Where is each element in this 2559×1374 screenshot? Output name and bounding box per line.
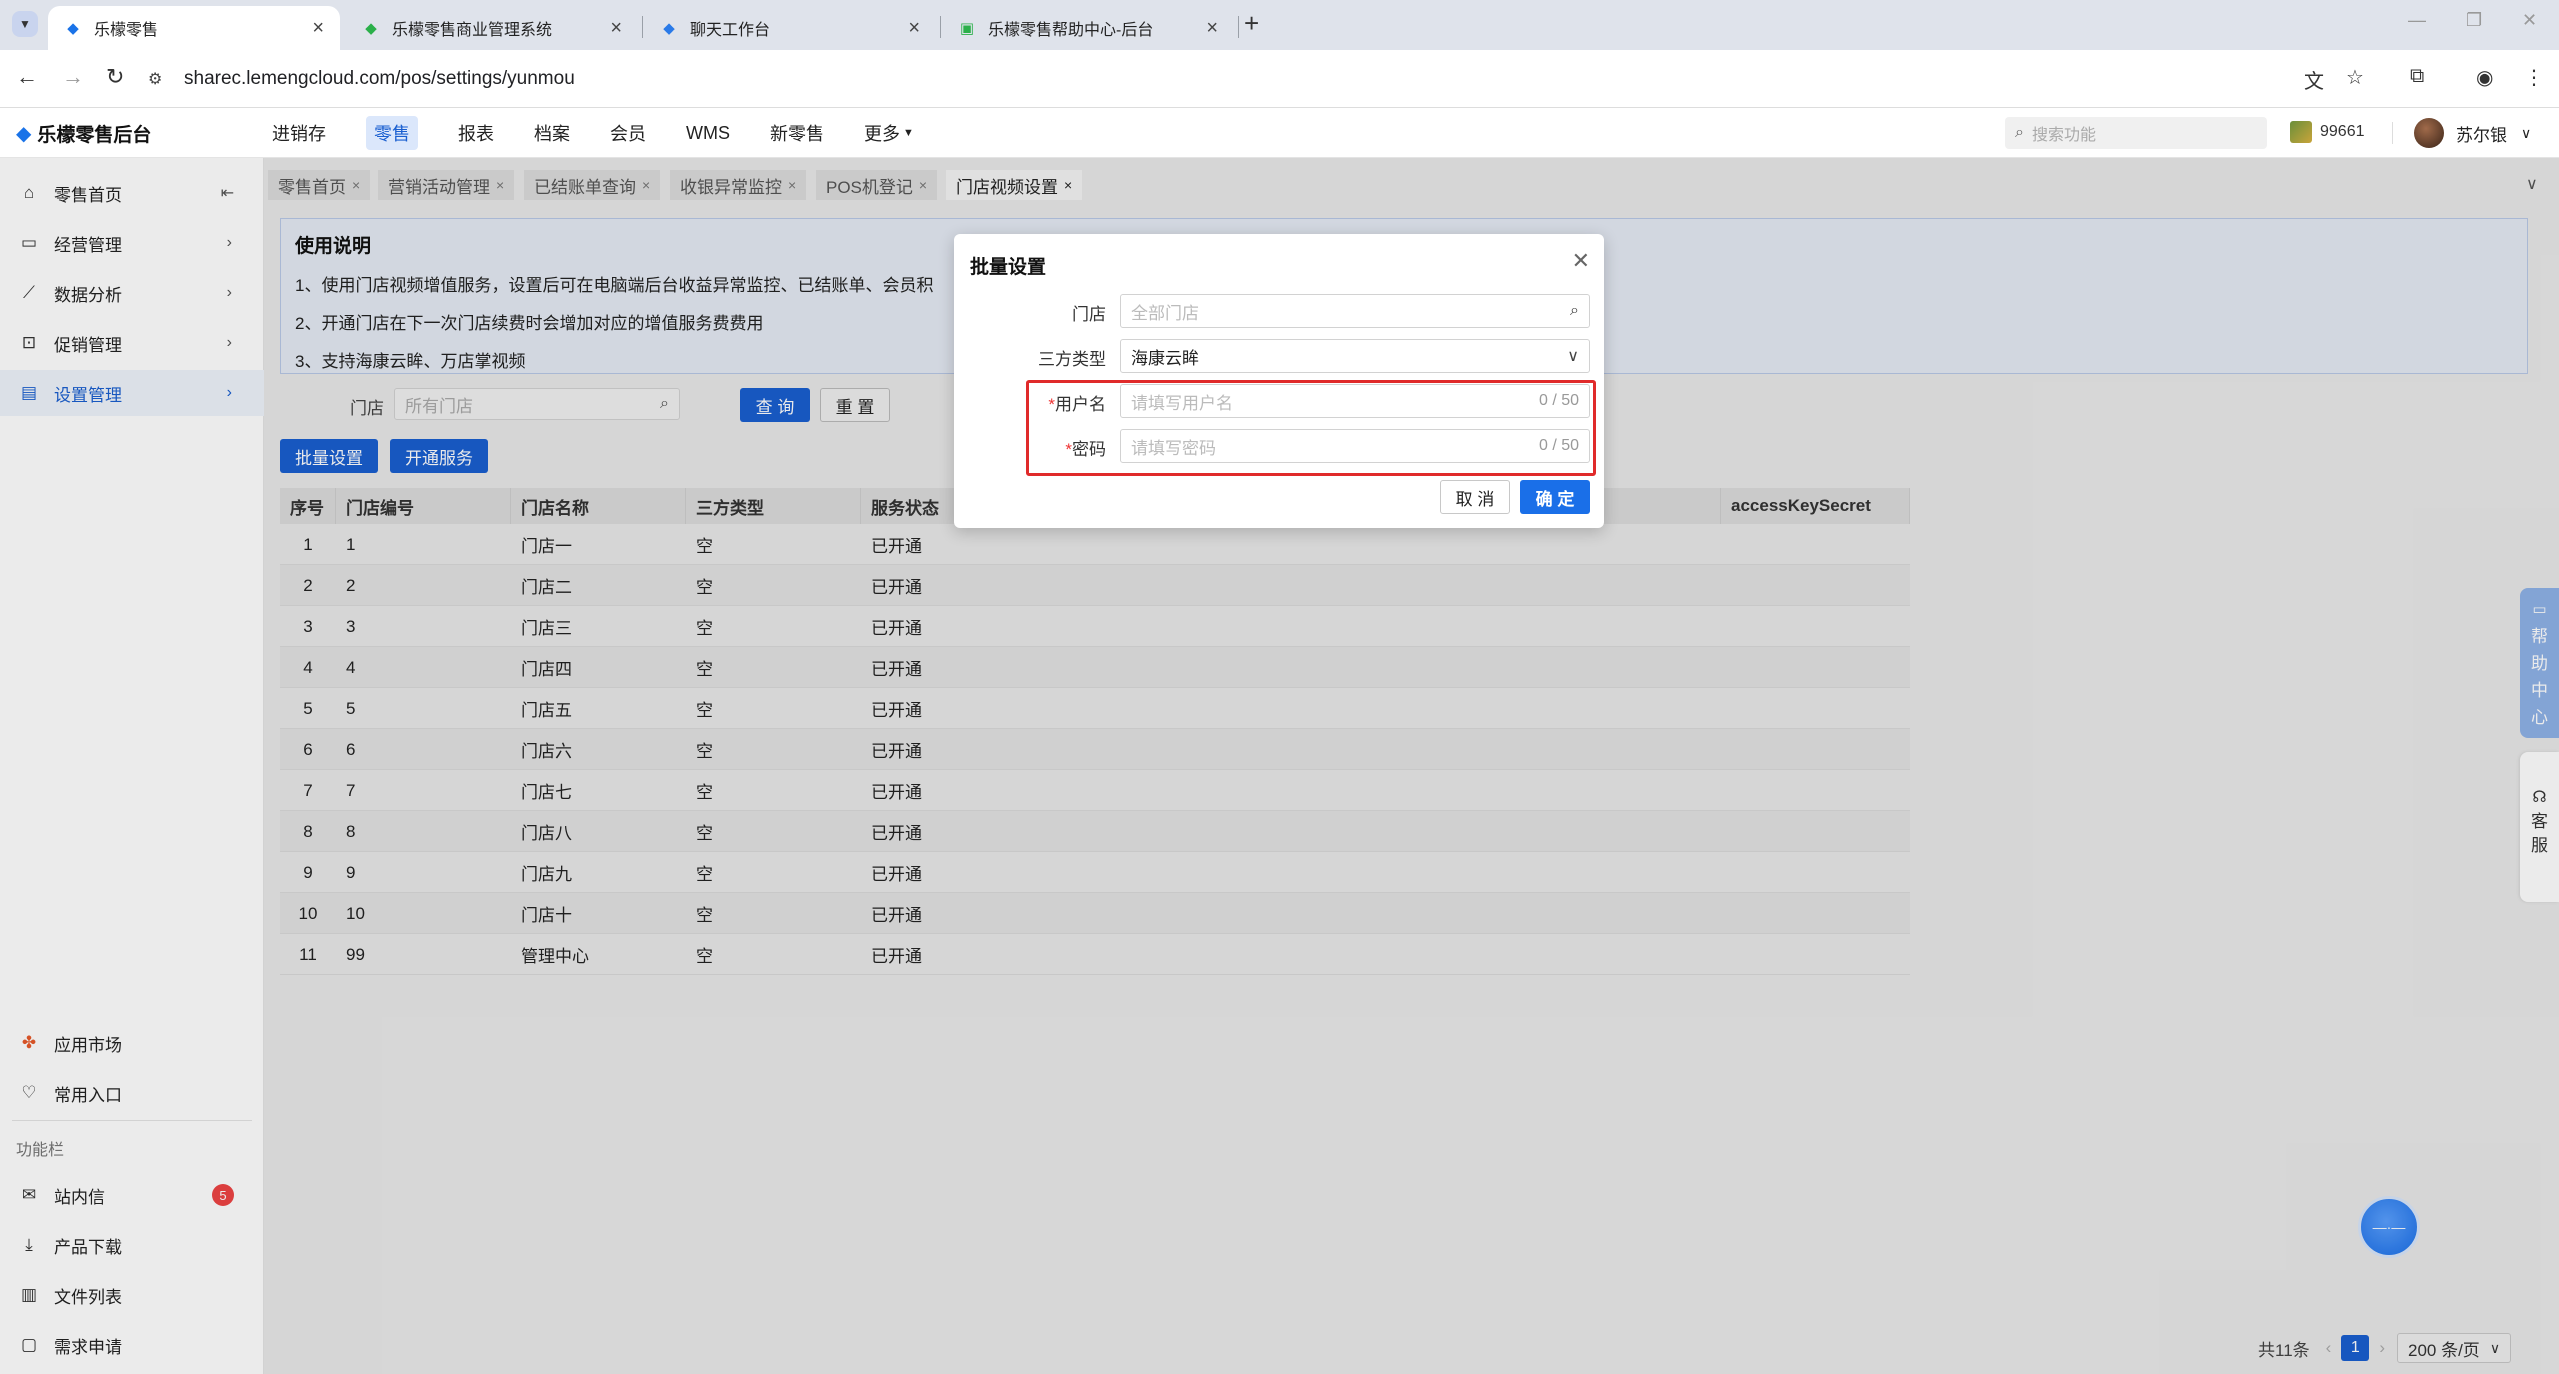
browser-tab-2[interactable]: ◆ 乐檬零售商业管理系统 ×: [346, 6, 638, 50]
window-close-icon[interactable]: ✕: [2522, 10, 2537, 31]
url-text: sharec.lemengcloud.com/pos/settings/yunm…: [184, 68, 575, 89]
lemeng-logo-icon: ◆: [16, 123, 32, 145]
username: 苏尔银: [2456, 125, 2507, 145]
browser-tab-3[interactable]: ◆ 聊天工作台 ×: [644, 6, 936, 50]
batch-settings-dialog: 批量设置 ✕ 门店 全部门店 ⌕ 三方类型 海康云眸 ∨ *用户名 请填写用户名…: [954, 234, 1604, 528]
help-center-logo-icon: ▣: [959, 20, 975, 37]
store-label: 门店: [1072, 305, 1106, 324]
nav-retail[interactable]: 零售: [346, 108, 438, 158]
highlight-box: [1026, 380, 1596, 476]
tab-title: 乐檬零售帮助中心-后台: [988, 22, 1154, 39]
header-divider: [2392, 122, 2393, 144]
avatar: [2414, 118, 2444, 148]
browser-tab-strip: ▼ ◆ 乐檬零售 × ◆ 乐檬零售商业管理系统 × ◆ 聊天工作台 × ▣ 乐檬…: [0, 0, 2559, 50]
coin-count: 99661: [2320, 123, 2365, 140]
confirm-button[interactable]: 确 定: [1520, 480, 1590, 514]
search-placeholder: 搜索功能: [2031, 127, 2096, 144]
back-icon[interactable]: ←: [16, 64, 38, 90]
chevron-down-icon: ▼: [19, 17, 31, 31]
function-search-input[interactable]: ⌕ 搜索功能: [2005, 117, 2267, 149]
url-field[interactable]: ⚙ sharec.lemengcloud.com/pos/settings/yu…: [148, 59, 2248, 99]
chevron-down-icon: ∨: [1567, 348, 1579, 365]
close-tab-icon[interactable]: ×: [610, 17, 622, 40]
translate-icon[interactable]: 文: [2304, 65, 2324, 94]
chevron-down-icon: ∨: [2521, 124, 2532, 141]
coin-balance[interactable]: 99661: [2290, 121, 2365, 143]
shop-logo-icon: ◆: [365, 20, 377, 37]
minimize-icon[interactable]: —: [2408, 10, 2426, 31]
nav-new-retail[interactable]: 新零售: [750, 108, 844, 158]
user-menu[interactable]: 苏尔银 ∨: [2414, 118, 2531, 148]
search-icon: ⌕: [2015, 124, 2024, 141]
lemeng-logo-icon: ◆: [67, 20, 79, 37]
dialog-title: 批量设置: [970, 257, 1047, 278]
forward-icon[interactable]: →: [62, 64, 84, 90]
chat-logo-icon: ◆: [663, 20, 675, 37]
top-nav: 进销存 零售 报表 档案 会员 WMS 新零售 更多 ▼: [252, 108, 934, 158]
new-tab-icon[interactable]: +: [1244, 8, 1259, 39]
reload-icon[interactable]: ↻: [106, 64, 124, 90]
nav-more[interactable]: 更多 ▼: [844, 108, 934, 158]
browser-menu-icon[interactable]: ⋮: [2524, 65, 2544, 90]
third-party-type-label: 三方类型: [1038, 350, 1106, 369]
nav-inventory[interactable]: 进销存: [252, 108, 346, 158]
caret-down-icon: ▼: [903, 127, 914, 139]
app-logo-text: 乐檬零售后台: [37, 125, 152, 146]
nav-wms[interactable]: WMS: [666, 108, 750, 158]
cancel-button[interactable]: 取 消: [1440, 480, 1510, 514]
tab-title: 聊天工作台: [690, 22, 771, 39]
address-bar: ← → ↻ ⚙ sharec.lemengcloud.com/pos/setti…: [0, 50, 2559, 108]
app-logo[interactable]: ◆ 乐檬零售后台: [16, 120, 151, 147]
browser-tab-4[interactable]: ▣ 乐檬零售帮助中心-后台 ×: [942, 6, 1234, 50]
store-select[interactable]: 全部门店 ⌕: [1120, 294, 1590, 328]
nav-reports[interactable]: 报表: [438, 108, 514, 158]
tab-separator: [642, 16, 643, 38]
browser-tab-1[interactable]: ◆ 乐檬零售 ×: [48, 6, 340, 50]
coin-icon: [2290, 121, 2312, 143]
search-icon: ⌕: [1570, 302, 1579, 319]
profile-icon[interactable]: ◉: [2476, 65, 2493, 90]
extensions-icon[interactable]: ⧉: [2410, 65, 2424, 88]
site-info-icon[interactable]: ⚙: [148, 69, 172, 89]
restore-icon[interactable]: ❐: [2466, 10, 2482, 31]
app-header: ◆ 乐檬零售后台 进销存 零售 报表 档案 会员 WMS 新零售 更多 ▼ ⌕ 搜…: [0, 108, 2559, 158]
tab-list-dropdown[interactable]: ▼: [12, 11, 38, 37]
close-tab-icon[interactable]: ×: [908, 17, 920, 40]
close-tab-icon[interactable]: ×: [1206, 17, 1218, 40]
third-party-type-select[interactable]: 海康云眸 ∨: [1120, 339, 1590, 373]
tab-separator: [1238, 16, 1239, 38]
bookmark-star-icon[interactable]: ☆: [2346, 65, 2364, 90]
tab-separator: [940, 16, 941, 38]
close-tab-icon[interactable]: ×: [312, 17, 324, 40]
tab-title: 乐檬零售商业管理系统: [392, 22, 553, 39]
nav-archive[interactable]: 档案: [514, 108, 590, 158]
tab-title: 乐檬零售: [94, 22, 159, 39]
nav-members[interactable]: 会员: [590, 108, 666, 158]
close-icon[interactable]: ✕: [1572, 248, 1590, 274]
